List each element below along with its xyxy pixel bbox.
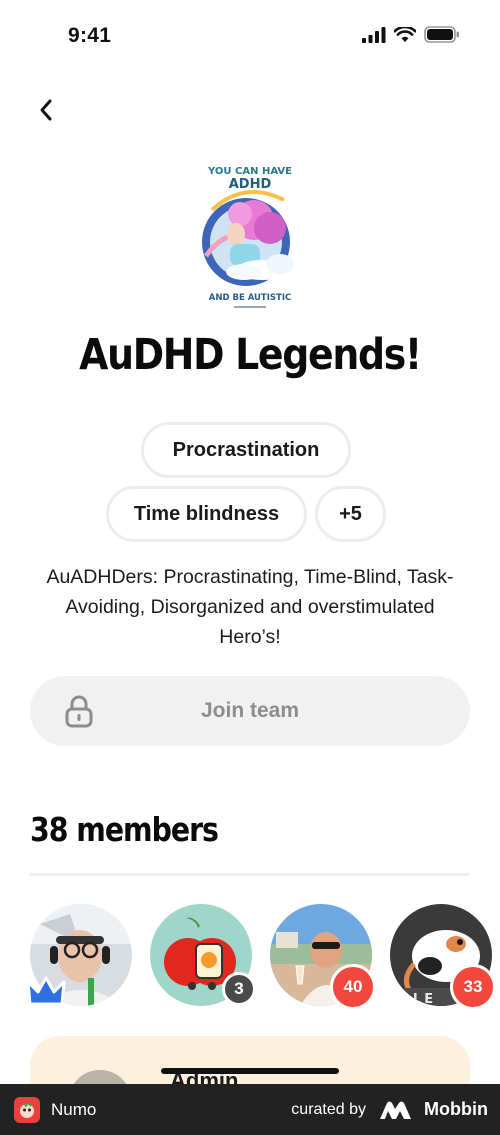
member-avatar-1[interactable] — [26, 904, 134, 1008]
footer-brand: Mobbin — [424, 1099, 488, 1119]
wifi-icon — [394, 26, 416, 42]
join-team-button[interactable]: Join team — [30, 676, 470, 746]
status-time: 9:41 — [68, 24, 112, 47]
team-title: AuDHD Legends! — [79, 330, 422, 380]
member-avatar-4[interactable]: BLE 33 — [390, 904, 496, 1010]
team-logo: YOU CAN HAVE ADHD AND BE AUTISTIC — [184, 160, 316, 312]
status-bar: 9:41 — [0, 0, 500, 72]
logo-text-mid: ADHD — [229, 177, 272, 192]
app-icon — [14, 1096, 40, 1123]
tag-procrastination[interactable]: Procrastination — [141, 422, 351, 478]
logo-text-top: YOU CAN HAVE — [207, 166, 292, 177]
team-description: AuADHDers: Procrastinating, Time-Blind, … — [46, 566, 454, 648]
back-button[interactable] — [30, 92, 62, 128]
member-level-badge: 33 — [450, 964, 496, 1010]
footer-app-name: Numo — [51, 1099, 97, 1119]
logo-text-bottom: AND BE AUTISTIC — [209, 293, 291, 303]
tag-more[interactable]: +5 — [315, 486, 386, 542]
member-level-badge: 3 — [222, 972, 256, 1006]
member-level-badge: 40 — [330, 964, 376, 1010]
footer-bar: Numo curated by Mobbin — [0, 1084, 500, 1135]
lock-icon — [65, 695, 93, 728]
footer-curated-by: curated by — [291, 1100, 367, 1118]
members-divider — [30, 873, 470, 876]
mobbin-logo-icon — [380, 1101, 418, 1119]
status-icons — [362, 26, 460, 43]
tag-time-blindness[interactable]: Time blindness — [106, 486, 307, 542]
crown-icon — [26, 976, 66, 1006]
home-indicator — [161, 1068, 339, 1074]
member-avatar-3[interactable]: 40 — [270, 904, 376, 1010]
chevron-left-icon — [40, 99, 52, 121]
members-title: 38 members — [30, 810, 219, 849]
cellular-signal-icon — [362, 26, 386, 43]
avatar-shirt-text: BLE — [400, 992, 436, 1006]
join-team-label: Join team — [200, 699, 300, 722]
battery-icon — [424, 26, 459, 43]
member-avatar-2[interactable]: 3 — [150, 904, 256, 1008]
